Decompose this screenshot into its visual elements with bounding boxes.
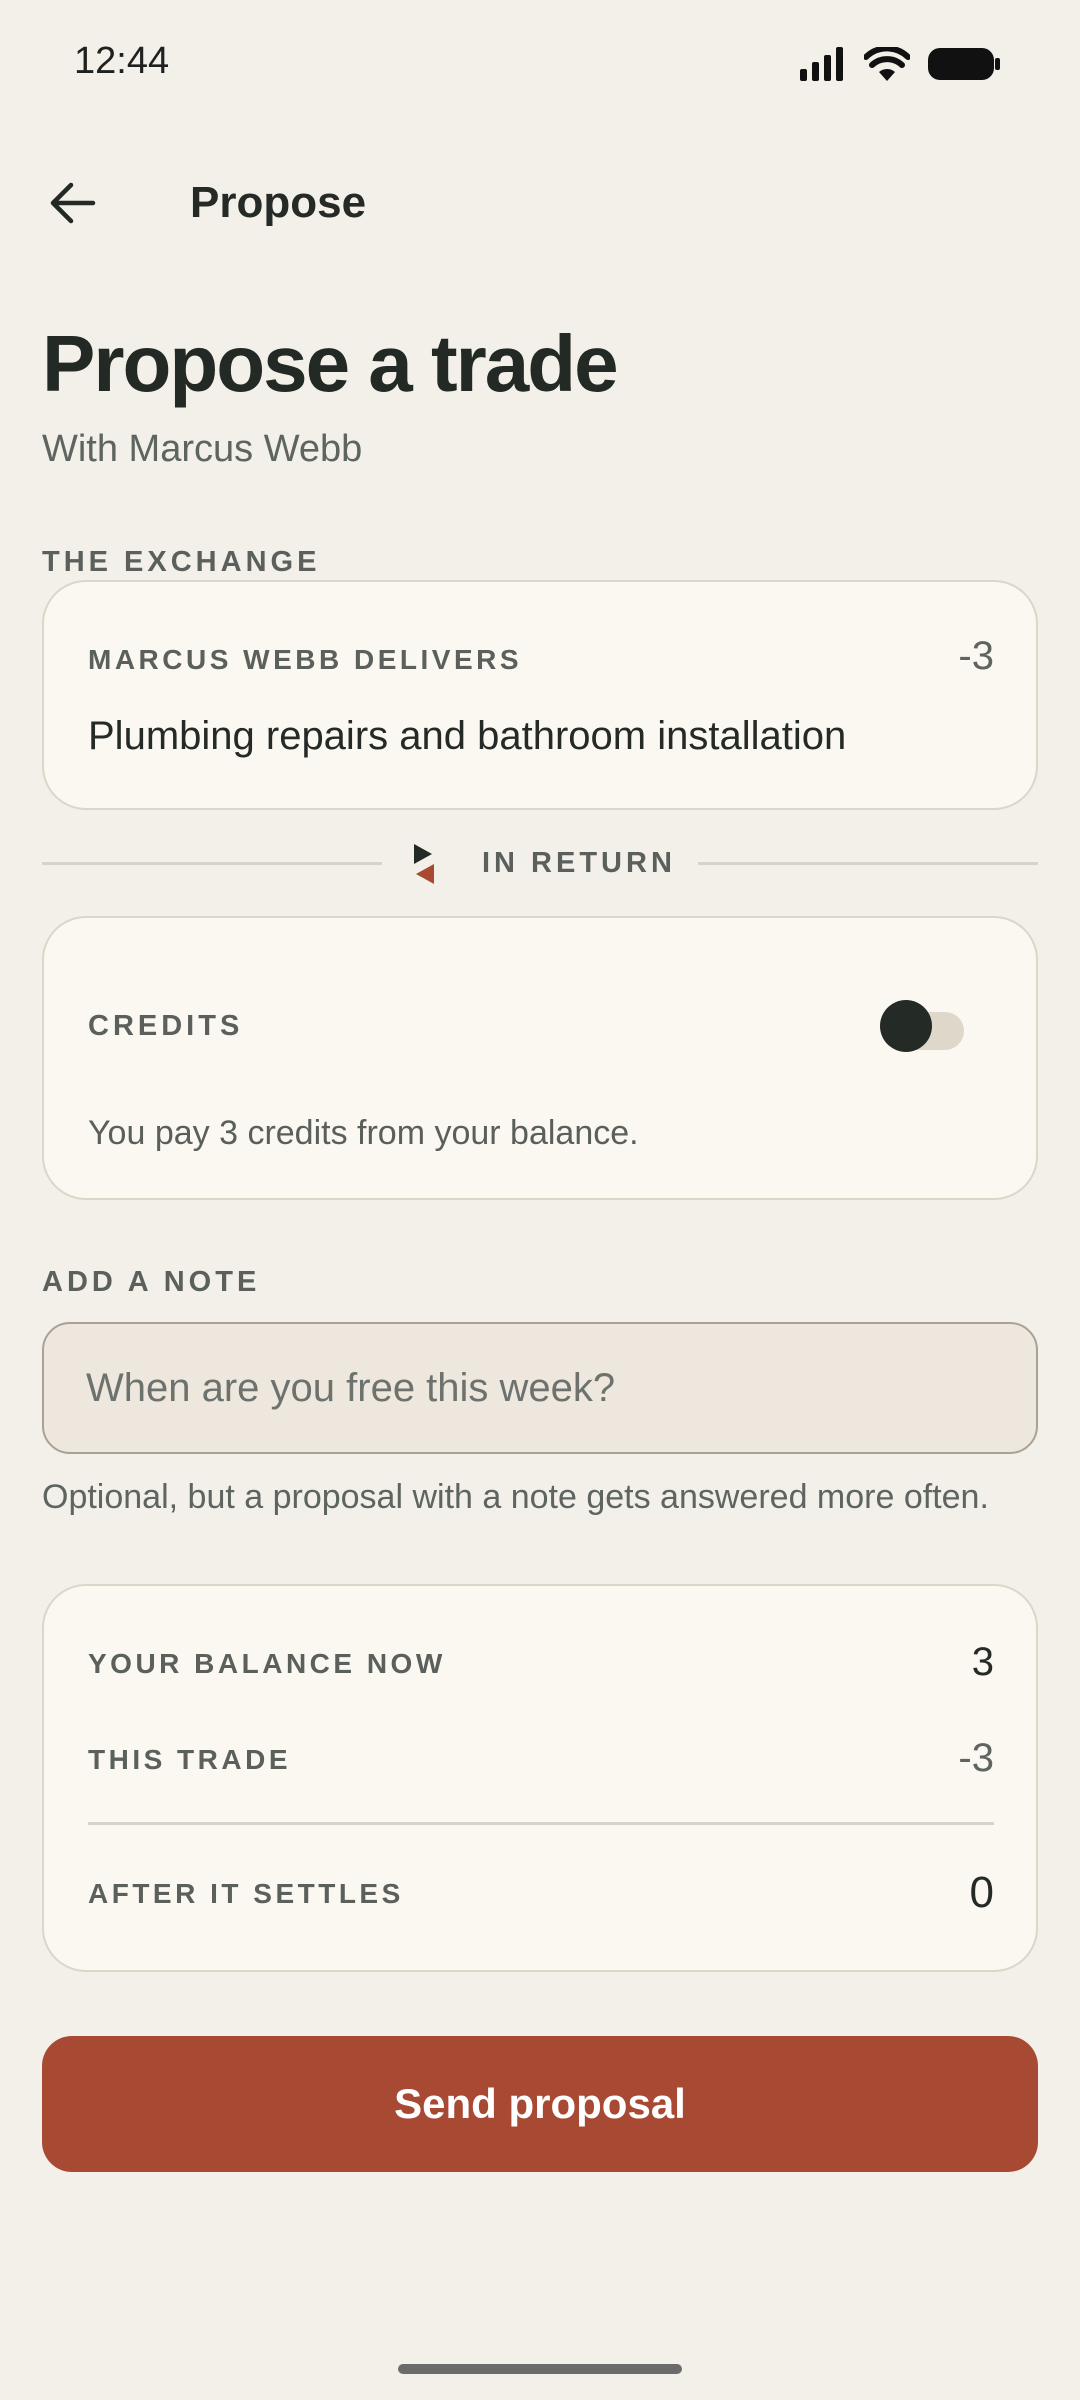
exchange-amount: -3 — [958, 634, 994, 678]
back-button[interactable] — [36, 166, 110, 240]
battery-icon — [928, 48, 1000, 80]
credits-card: CREDITS You pay 3 credits from your bala… — [42, 916, 1038, 1200]
balance-separator — [88, 1822, 994, 1825]
after-settles-value: 0 — [969, 1868, 994, 1917]
swap-icon — [414, 844, 434, 884]
arrow-left-icon — [50, 182, 96, 224]
after-settles-label: AFTER IT SETTLES — [88, 1878, 404, 1909]
toggle-thumb — [880, 1000, 932, 1052]
signal-icon — [800, 47, 843, 81]
this-trade-value: -3 — [958, 1736, 994, 1780]
balance-card: YOUR BALANCE NOW 3 THIS TRADE -3 AFTER I… — [42, 1584, 1038, 1972]
exchange-card: MARCUS WEBB DELIVERS -3 Plumbing repairs… — [42, 580, 1038, 810]
credits-label: CREDITS — [88, 1010, 244, 1042]
credits-description: You pay 3 credits from your balance. — [88, 1114, 639, 1152]
balance-now-value: 3 — [971, 1640, 994, 1684]
service-description: Plumbing repairs and bathroom installati… — [88, 714, 847, 758]
note-section-label: ADD A NOTE — [42, 1266, 261, 1298]
provider-label: MARCUS WEBB DELIVERS — [88, 644, 523, 675]
wifi-icon — [864, 47, 910, 81]
page-subtitle: With Marcus Webb — [42, 428, 363, 470]
divider-line-right — [698, 862, 1038, 865]
this-trade-label: THIS TRADE — [88, 1744, 291, 1775]
send-proposal-button[interactable]: Send proposal — [42, 2036, 1038, 2172]
in-return-label: IN RETURN — [482, 847, 676, 879]
exchange-section-label: THE EXCHANGE — [42, 546, 321, 578]
credits-toggle[interactable] — [880, 1000, 968, 1052]
note-input[interactable] — [42, 1322, 1038, 1454]
balance-now-label: YOUR BALANCE NOW — [88, 1648, 446, 1679]
divider-line-left — [42, 862, 382, 865]
home-indicator — [398, 2364, 682, 2374]
app-bar-title: Propose — [190, 178, 367, 227]
page-title: Propose a trade — [42, 319, 619, 408]
status-icons — [800, 46, 1000, 82]
note-help-text: Optional, but a proposal with a note get… — [42, 1478, 989, 1516]
status-time: 12:44 — [74, 40, 170, 82]
